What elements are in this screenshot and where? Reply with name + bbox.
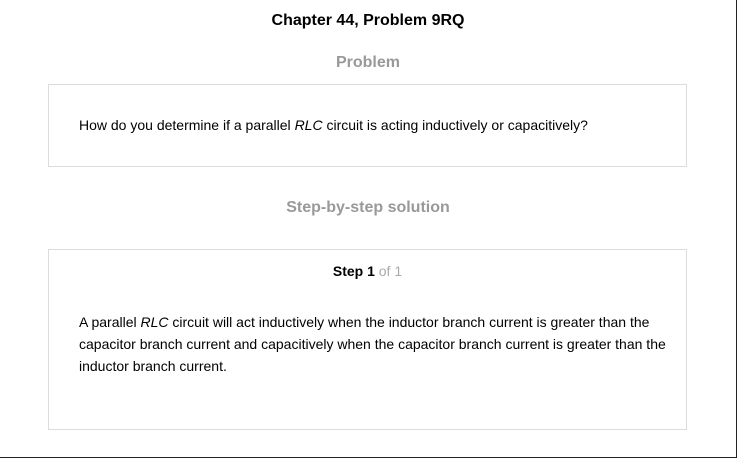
problem-text: How do you determine if a parallel RLC c…: [79, 116, 588, 134]
problem-box: How do you determine if a parallel RLC c…: [48, 84, 687, 167]
problem-text-start: How do you determine if a parallel: [79, 117, 295, 133]
problem-text-end: circuit is acting inductively or capacit…: [322, 117, 588, 133]
solution-box: Step 1 of 1 A parallel RLC circuit will …: [48, 249, 687, 430]
page: Chapter 44, Problem 9RQ Problem How do y…: [0, 0, 737, 458]
solution-text: A parallel RLC circuit will act inductiv…: [79, 311, 669, 377]
step-count: of 1: [378, 263, 403, 279]
problem-heading: Problem: [335, 54, 400, 71]
solution-text-italic: RLC: [140, 314, 169, 330]
solution-heading: Step-by-step solution: [286, 199, 450, 216]
step-label: Step 1: [332, 263, 375, 279]
problem-text-italic: RLC: [294, 117, 323, 133]
step-header: Step 1 of 1: [49, 263, 686, 279]
solution-text-start: A parallel: [79, 314, 141, 330]
page-title: Chapter 44, Problem 9RQ: [271, 12, 465, 29]
